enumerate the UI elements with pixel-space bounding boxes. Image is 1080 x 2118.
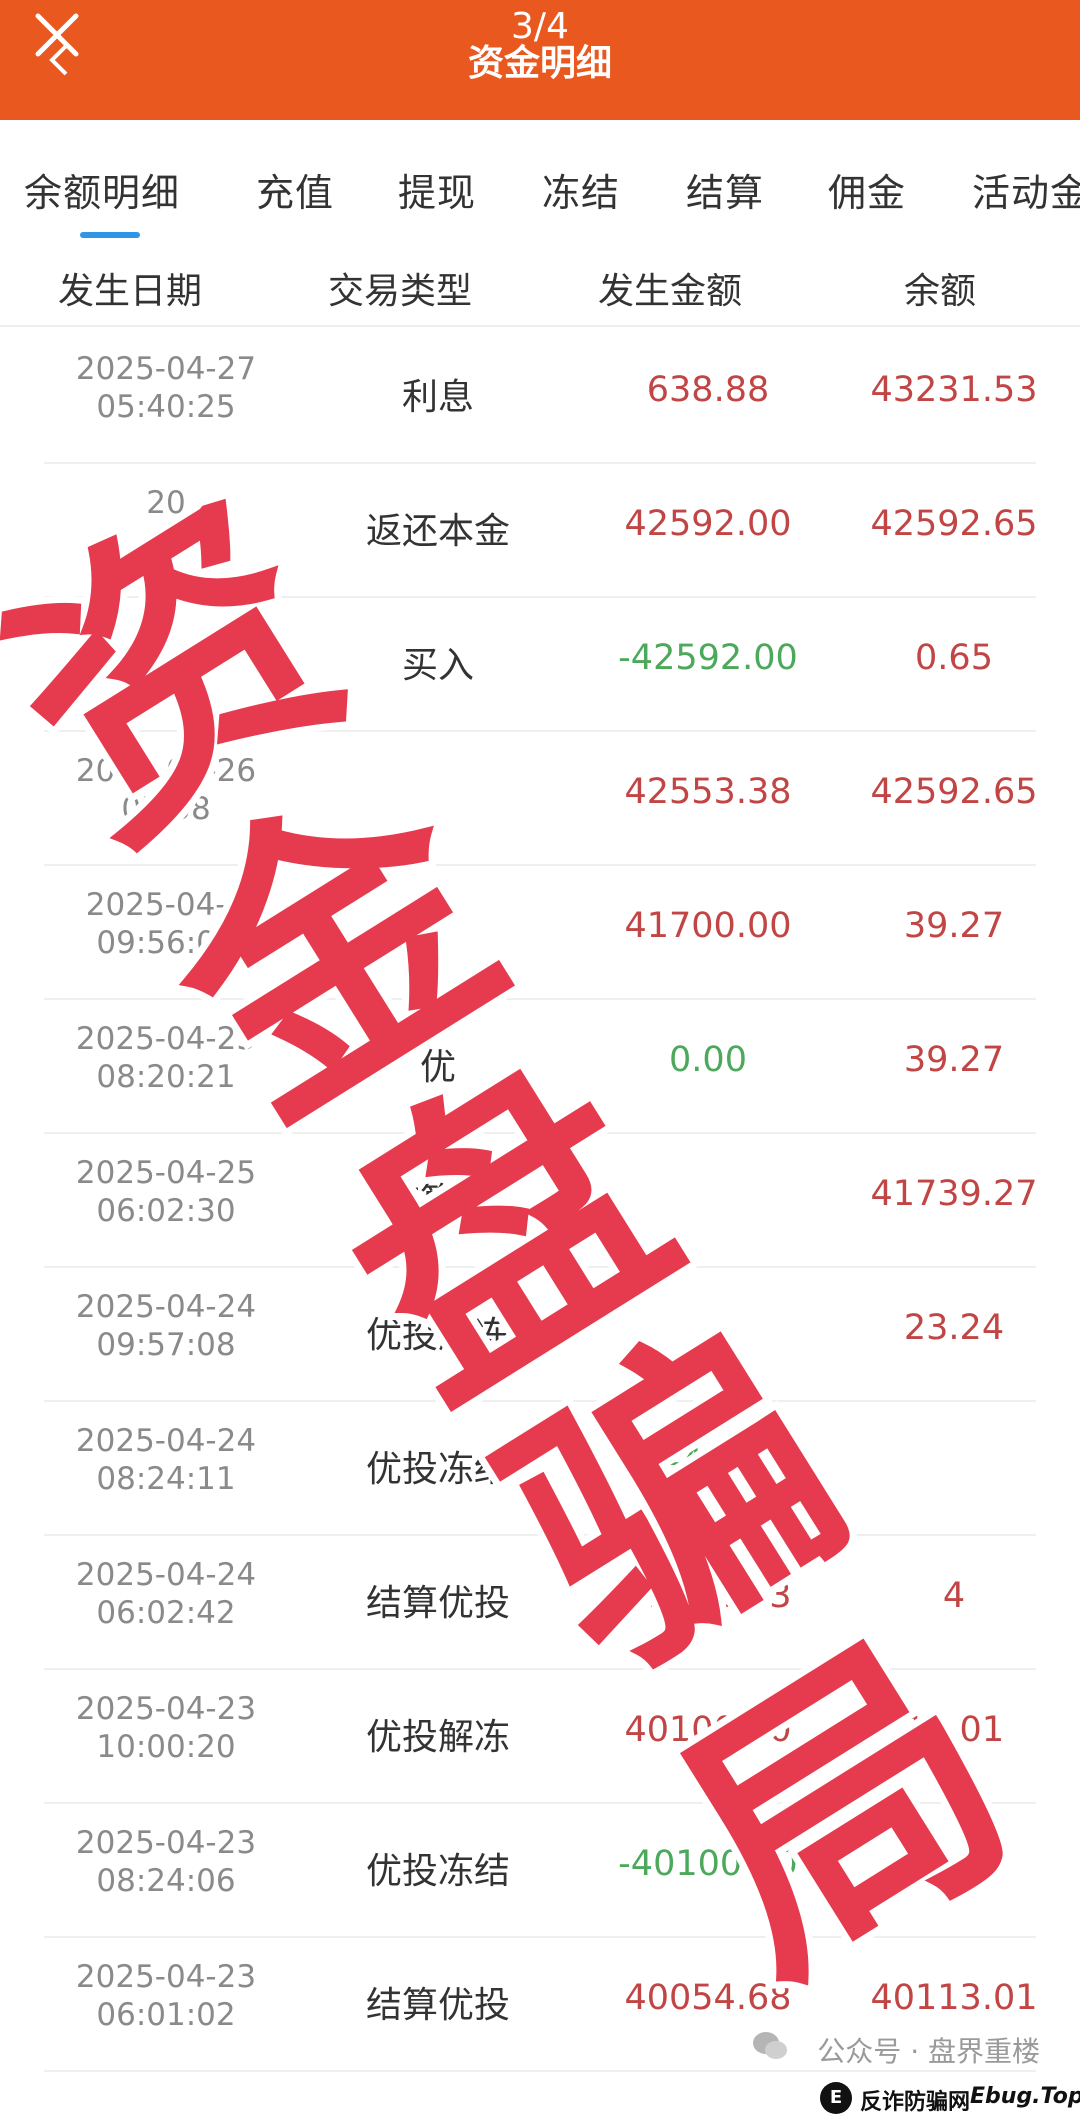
row-balance: 40113.01 <box>870 1978 1038 2018</box>
table-row[interactable]: 2025-04-25 08:20:21 优 0.00 39.27 <box>44 998 1036 1134</box>
row-time: 05:58 <box>121 791 211 827</box>
row-datetime: 2025-04-24 08:24:11 <box>44 1422 288 1498</box>
tab-settlement[interactable]: 结算 <box>686 162 764 217</box>
top-bar: 3/4 资金明细 <box>0 0 1080 120</box>
table-row[interactable]: 2025-04-2 09:56:07 41700.00 39.27 <box>44 864 1036 1000</box>
row-time: 06:02:30 <box>96 1193 236 1229</box>
row-date: 2025-04-23 <box>75 1691 257 1727</box>
row-time: 10:00:20 <box>96 1729 236 1765</box>
row-balance: 39.27 <box>903 1040 1005 1080</box>
row-balance: 42592.65 <box>870 504 1038 544</box>
table-row[interactable]: 2025-04-23 08:24:06 优投冻结 -40100.00 13.01 <box>44 1802 1036 1938</box>
row-time: 09:57:08 <box>96 1327 236 1363</box>
divider <box>0 325 1080 327</box>
row-type: 优 <box>419 1047 456 1088</box>
row-time: 05:40:25 <box>96 389 236 425</box>
row-balance: 4 <box>942 1576 966 1616</box>
row-balance: 13.01 <box>903 1844 1005 1884</box>
tab-commission[interactable]: 佣金 <box>828 162 906 217</box>
row-type: 优投冻结 <box>365 1851 510 1892</box>
row-balance: 42592.65 <box>870 772 1038 812</box>
row-date: 2025-04-24 <box>75 1423 257 1459</box>
row-balance: 43231.53 <box>870 370 1038 410</box>
row-balance: 23.24 <box>903 1308 1005 1348</box>
table-row[interactable]: 买入 -42592.00 0.65 <box>44 596 1036 732</box>
row-balance: 39.27 <box>903 906 1005 946</box>
row-datetime: 20 <box>44 484 288 522</box>
table-row[interactable]: 2025-04-24 09:57:08 优投解冻 23.24 <box>44 1266 1036 1402</box>
column-header-type: 交易类型 <box>328 271 473 312</box>
row-date: 2025-04-23 <box>75 1825 257 1861</box>
tab-frozen[interactable]: 冻结 <box>542 162 620 217</box>
row-type: 优投解冻 <box>365 1717 510 1758</box>
row-type: 结算优投 <box>365 1985 510 2026</box>
row-datetime: 2025-04-25 06:02:30 <box>44 1154 288 1230</box>
row-date: 2025-04-26 <box>75 753 257 789</box>
row-time: 08:20:21 <box>96 1059 236 1095</box>
row-type: 结算优 <box>383 1181 492 1222</box>
row-datetime: 2025-04-26 05:58 <box>44 752 288 828</box>
row-time: 06:01:02 <box>96 1997 236 2033</box>
table-row[interactable]: 2025-04-24 06:02:42 结算优投 41010.23 4 <box>44 1534 1036 1670</box>
row-datetime: 2025-04-27 05:40:25 <box>44 350 288 426</box>
row-time: 09:56:07 <box>96 925 236 961</box>
row-amount: -410 <box>668 1442 748 1482</box>
row-datetime: 2025-04-2 09:56:07 <box>44 886 288 962</box>
table-row[interactable]: 2025-04-25 06:02:30 结算优 41739.27 <box>44 1132 1038 1268</box>
table-row[interactable]: 20 返还本金 42592.00 42592.65 <box>44 462 1038 598</box>
active-tab-indicator <box>80 232 140 238</box>
table-row[interactable]: 2025-04-23 10:00:20 优投解冻 40100.00 13.01 <box>44 1668 1036 1804</box>
row-time: 06:02:42 <box>96 1595 236 1631</box>
row-date: 2025-04-27 <box>75 351 257 387</box>
row-time: 08:24:11 <box>96 1461 236 1497</box>
watermark-text: 公众号 · 盘界重楼 <box>817 2035 1040 2068</box>
badge-logo-icon: E <box>820 2082 852 2114</box>
tab-balance-detail[interactable]: 余额明细 <box>24 162 180 217</box>
tab-withdraw[interactable]: 提现 <box>398 162 476 217</box>
row-type: 返还本金 <box>365 511 510 552</box>
row-date: 2025-04-2 <box>85 887 247 923</box>
row-type: 结算优投 <box>365 1583 510 1624</box>
row-date: 2025-04-23 <box>75 1959 257 1995</box>
tab-recharge[interactable]: 充值 <box>256 162 334 217</box>
row-time: 08:24:06 <box>96 1863 236 1899</box>
row-date: 2025-04-25 <box>75 1155 257 1191</box>
row-datetime: 2025-04-24 09:57:08 <box>44 1288 288 1364</box>
row-balance: 0.65 <box>915 638 993 678</box>
row-date: 20 <box>146 485 186 521</box>
badge-domain: Ebug.Top <box>970 2084 1080 2109</box>
row-type: 优投冻结 <box>365 1449 510 1490</box>
column-header-date: 发生日期 <box>58 271 203 312</box>
row-datetime: 2025-04-23 06:01:02 <box>44 1958 288 2034</box>
tab-bar: 余额明细 充值 提现 冻结 结算 佣金 活动金 <box>0 120 1080 240</box>
wechat-icon <box>752 2030 788 2062</box>
table-row[interactable]: 2025-04-24 08:24:11 优投冻结 -410 <box>44 1400 1036 1536</box>
badge-label: 反诈防骗网 <box>860 2090 971 2115</box>
row-date: 2025-04-24 <box>75 1557 257 1593</box>
row-datetime: 2025-04-25 08:20:21 <box>44 1020 288 1096</box>
row-datetime: 2025-04-23 08:24:06 <box>44 1824 288 1900</box>
tab-activity-fund[interactable]: 活动金 <box>972 162 1080 217</box>
source-badge: E 反诈防骗网 Ebug.Top <box>820 2078 1080 2118</box>
row-date: 2025-04-25 <box>75 1021 257 1057</box>
table-row[interactable]: 2025-04-26 05:58 42553.38 42592.65 <box>44 730 1038 866</box>
row-balance: 13.01 <box>903 1710 1005 1750</box>
row-type: 优投解冻 <box>365 1315 510 1356</box>
row-type: 利息 <box>401 377 474 418</box>
row-type: 买入 <box>401 645 474 686</box>
row-datetime: 2025-04-24 06:02:42 <box>44 1556 288 1632</box>
row-date: 2025-04-24 <box>75 1289 257 1325</box>
column-header-balance: 余额 <box>904 271 977 312</box>
row-balance: 41739.27 <box>870 1174 1038 1214</box>
row-datetime: 2025-04-23 10:00:20 <box>44 1690 288 1766</box>
column-header-amount: 发生金额 <box>598 271 743 312</box>
page-title: 资金明细 <box>467 43 612 84</box>
table-row[interactable]: 2025-04-27 05:40:25 利息 638.88 43231.53 <box>44 328 1038 464</box>
